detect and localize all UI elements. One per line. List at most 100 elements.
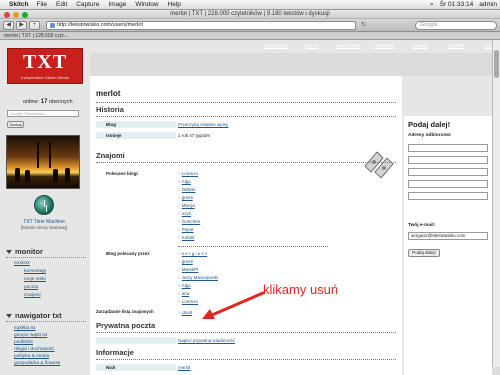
sidebar-link-toplista[interactable]: topliśta txt	[14, 326, 36, 331]
reload-icon[interactable]: ↻	[360, 22, 367, 29]
menubar-clock[interactable]: Śr 01:33:14	[440, 1, 474, 8]
recommender-link[interactable]: s e r g i u s z	[178, 251, 208, 257]
monitor-heading[interactable]: monitor	[6, 247, 43, 256]
friend-link[interactable]: Lorenzo	[178, 171, 198, 177]
time-machine-icon[interactable]	[34, 195, 54, 215]
nav-konto[interactable]: konto	[294, 44, 330, 49]
write-private-message-link[interactable]: Napisz prywatną wiadomość	[178, 337, 235, 344]
friend-link[interactable]: Kefalit	[178, 235, 195, 241]
recipient-field[interactable]	[408, 168, 488, 176]
menubar-user[interactable]: admin	[479, 1, 497, 8]
nav-kontakt[interactable]: kontakt	[438, 44, 474, 49]
row-label-empty	[96, 337, 176, 344]
nav-wyloguj[interactable]: wyloguj	[474, 44, 492, 49]
menu-help[interactable]: Help	[168, 1, 181, 8]
friend-link[interactable]: greeli	[178, 195, 193, 201]
menu-file[interactable]: File	[37, 1, 47, 8]
sidebar-link-religia[interactable]: religia i duchowość	[14, 347, 55, 352]
sidebar-link-moje-notki[interactable]: moje notki	[24, 277, 46, 282]
featured-photo[interactable]	[6, 135, 80, 189]
google-search-input[interactable]: Google	[415, 20, 497, 30]
window-resize-handle[interactable]	[492, 367, 500, 375]
logo-subtitle: Independent Citizen Media	[21, 75, 69, 80]
menu-image[interactable]: Image	[108, 1, 126, 8]
latest-posts-link[interactable]: Przeczytaj ostatnie wpisy	[178, 121, 228, 128]
window-titlebar: merlot | TXT | 228.000 czytelników | 9.1…	[0, 10, 500, 19]
recipient-field[interactable]	[408, 156, 488, 164]
sidebar-link-poczta[interactable]: poczta	[24, 285, 38, 290]
recommender-link[interactable]: greeli	[178, 259, 193, 265]
header-band	[90, 53, 492, 76]
recommender-link[interactable]: Jerzy Maciejewski	[178, 275, 218, 281]
photo-crane-shape	[37, 142, 51, 168]
nick-value[interactable]: merlot	[178, 364, 191, 371]
app-menu-skitch[interactable]: Skitch	[9, 1, 29, 8]
close-window-icon[interactable]	[4, 11, 10, 18]
recommended-blogs-label: Polecane blogi	[106, 171, 138, 176]
tab-merlot[interactable]: merlot | TXT | 228.000 czyt...	[4, 33, 68, 39]
recommender-link[interactable]: anu	[178, 291, 190, 297]
row-label-blog: Blog	[96, 121, 176, 128]
friend-link[interactable]: Gretchen	[178, 219, 201, 225]
add-bookmark-button[interactable]: +	[29, 20, 40, 30]
divider	[96, 102, 396, 103]
mac-menubar: Skitch File Edit Capture Image Window He…	[0, 0, 500, 10]
scrollbar-thumb[interactable]	[494, 50, 499, 78]
remove-friend-link[interactable]: Usuń	[178, 310, 193, 316]
sidebar-link-polityka[interactable]: polityka & media	[14, 354, 49, 359]
history-heading: Historia	[96, 105, 124, 114]
zoom-window-icon[interactable]	[22, 11, 28, 18]
online-count: 17	[40, 99, 48, 105]
nav-moja-do-txt[interactable]: moja do txt	[258, 44, 294, 49]
annotation-label: klikamy usuń	[263, 282, 339, 297]
sidebar-link-monitor[interactable]: monitor	[14, 261, 30, 266]
recommender-link[interactable]: Lorenzo	[178, 299, 198, 305]
nav-nowa-notka[interactable]: nowa notka	[330, 44, 366, 49]
photo-figure	[53, 169, 58, 182]
menu-window[interactable]: Window	[135, 1, 158, 8]
forward-button[interactable]: ▶	[16, 20, 27, 30]
address-bar[interactable]: http://tekstowisko.com/users/merlot	[46, 20, 356, 30]
recommender-link[interactable]: MarekPl	[178, 267, 199, 273]
navigator-heading[interactable]: nawigator txt	[6, 311, 62, 320]
sidebar-link-gorace-watki[interactable]: gorące wątki txt	[14, 333, 47, 338]
sidebar-link-komentuje[interactable]: komentuję	[24, 269, 46, 274]
share-panel: Podaj dalej! Adresy odbiorców: Twój e-ma…	[404, 116, 492, 375]
nav-monitoruj[interactable]: monitoruj	[366, 44, 402, 49]
menu-edit[interactable]: Edit	[56, 1, 67, 8]
collapse-triangle-icon[interactable]	[6, 313, 12, 318]
site-search-input[interactable]: Google Tekstowisko	[7, 110, 79, 117]
sidebar-link-gospodarka[interactable]: gospodarka & finanse	[14, 361, 60, 366]
friend-link[interactable]: Pepet	[178, 227, 194, 233]
divider	[96, 359, 396, 360]
spotlight-icon[interactable]: ⌕	[430, 1, 434, 9]
sidebar-link-znajomi[interactable]: znajomi	[24, 293, 41, 298]
menubar-status: ⌕ Śr 01:33:14 admin	[430, 1, 497, 9]
recipients-label: Adresy odbiorców:	[408, 133, 452, 138]
vertical-scrollbar[interactable]	[492, 40, 500, 375]
friend-link[interactable]: Mlecja	[178, 203, 195, 209]
recipient-field[interactable]	[408, 144, 488, 152]
traffic-lights	[4, 11, 28, 18]
friend-link[interactable]: ożyś	[178, 211, 191, 217]
divider	[96, 332, 396, 333]
account-age: 1 rok 47 tygodni	[178, 133, 211, 138]
recipient-field[interactable]	[408, 192, 488, 200]
collapse-triangle-icon[interactable]	[6, 249, 12, 254]
friend-link[interactable]: Dalilah	[178, 187, 196, 193]
friend-link[interactable]: Alga	[178, 179, 191, 185]
sidebar-link-podlistze[interactable]: podlistże	[14, 340, 33, 345]
txt-logo[interactable]: TXT Independent Citizen Media	[7, 48, 83, 84]
nav-zasady[interactable]: zasady	[402, 44, 438, 49]
minimize-window-icon[interactable]	[13, 11, 19, 18]
menu-capture[interactable]: Capture	[76, 1, 99, 8]
sender-email-field[interactable]: serguisz@tekstowisko.com	[408, 232, 488, 240]
row-label-istnieje: Istnieje	[96, 132, 176, 139]
divider	[178, 246, 328, 247]
search-button[interactable]: Szukaj	[7, 121, 24, 128]
recommender-link[interactable]: Alga	[178, 283, 191, 289]
recipient-field[interactable]	[408, 180, 488, 188]
share-submit-button[interactable]: Podaj dalej!	[408, 249, 440, 257]
profile-content: merlot Historia Blog Przeczytaj ostatnie…	[90, 76, 402, 375]
back-button[interactable]: ◀	[3, 20, 14, 30]
